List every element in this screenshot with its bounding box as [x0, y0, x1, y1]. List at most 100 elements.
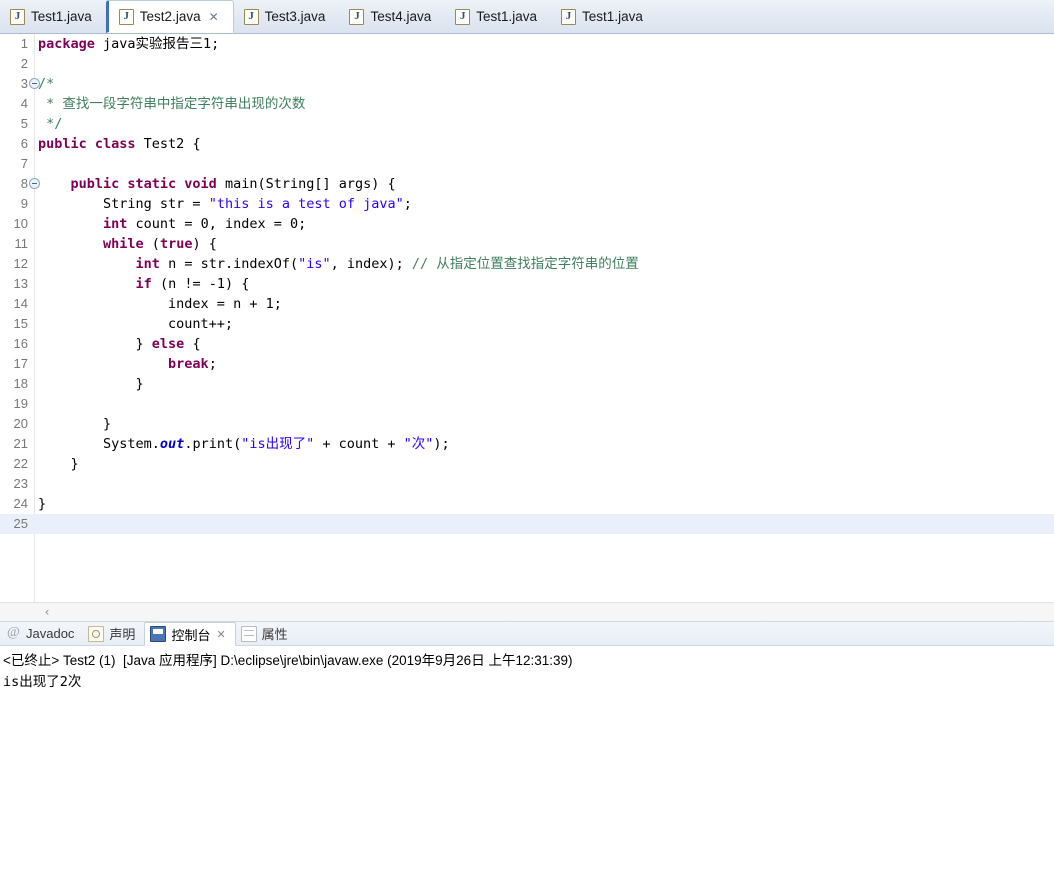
editor-tab-label: Test4.java	[370, 9, 432, 24]
code-line[interactable]: 9 String str = "this is a test of java";	[0, 194, 1054, 214]
code-token: (	[143, 236, 160, 252]
editor-code-area[interactable]: 1 package java实验报告三1; 2 3/* 4 * 查找一段字符串中指定字符…	[0, 34, 1054, 602]
line-number: 23	[13, 476, 28, 491]
code-token: ;	[403, 196, 412, 212]
code-token: java实验报告三1;	[94, 36, 220, 52]
editor-tab-test3-java-2[interactable]: Test3.java	[234, 0, 340, 33]
java-file-icon	[243, 8, 259, 25]
line-number: 3	[20, 76, 28, 91]
java-file-icon	[118, 8, 134, 25]
code-line-text: int n = str.indexOf("is", index); // 从指定…	[38, 254, 639, 274]
code-token: }	[38, 376, 144, 392]
code-line[interactable]: 12 int n = str.indexOf("is", index); // …	[0, 254, 1054, 274]
code-line[interactable]: 21 System.out.print("is出现了" + count + "次…	[0, 434, 1054, 454]
code-token: String str =	[38, 196, 209, 212]
code-line[interactable]: 3 /*	[0, 74, 1054, 94]
code-editor[interactable]: 1 package java实验报告三1; 2 3/* 4 * 查找一段字符串中指定字符…	[0, 34, 1054, 602]
code-line[interactable]: 14 index = n + 1;	[0, 294, 1054, 314]
line-number: 19	[13, 396, 28, 411]
code-token: + count +	[314, 436, 404, 452]
code-token: out	[159, 436, 185, 452]
code-token: count = 0, index = 0;	[127, 216, 307, 232]
code-line[interactable]: 24}	[0, 494, 1054, 514]
editor-tab-test1-java-4[interactable]: Test1.java	[445, 0, 551, 33]
line-number: 16	[13, 336, 28, 351]
line-number: 11	[14, 236, 29, 251]
console-output-text: is出现了2次	[3, 674, 82, 690]
code-token: /*	[38, 76, 55, 92]
bottom-tab-console[interactable]: 控制台 ✕	[144, 622, 236, 646]
editor-tab-test2-java-1[interactable]: Test2.java ✕	[105, 0, 234, 33]
code-token: count++;	[38, 316, 234, 332]
editor-tab-label: Test1.java	[476, 9, 538, 24]
code-token: "this is a test of java"	[208, 196, 404, 212]
scroll-left-arrow-icon[interactable]: ‹	[40, 603, 54, 621]
code-line-text: /*	[38, 74, 54, 94]
code-line[interactable]: 13 if (n != -1) {	[0, 274, 1054, 294]
line-number: 14	[13, 296, 28, 311]
code-line[interactable]: 5 */	[0, 114, 1054, 134]
editor-tab-label: Test1.java	[582, 9, 643, 24]
code-line[interactable]: 7	[0, 154, 1054, 174]
code-line[interactable]: 11 while (true) {	[0, 234, 1054, 254]
code-line[interactable]: 10 int count = 0, index = 0;	[0, 214, 1054, 234]
code-line[interactable]: 17 break;	[0, 354, 1054, 374]
bottom-tab-declaration[interactable]: 声明	[83, 622, 144, 645]
close-icon[interactable]: ✕	[216, 628, 225, 641]
code-line[interactable]: 16 } else {	[0, 334, 1054, 354]
code-token: Test2 {	[135, 136, 201, 152]
code-token: index = n + 1;	[38, 296, 282, 312]
console-view[interactable]: <已终止> Test2 (1) [Java 应用程序] D:\eclipse\j…	[0, 646, 1054, 862]
code-line[interactable]: 1 package java实验报告三1;	[0, 34, 1054, 54]
editor-tab-test4-java-3[interactable]: Test4.java	[339, 0, 445, 33]
line-number: 5	[20, 116, 28, 131]
code-line-text: public class Test2 {	[38, 134, 201, 154]
code-line-text: System.out.print("is出现了" + count + "次");	[38, 434, 450, 454]
code-line-text: index = n + 1;	[38, 294, 282, 314]
code-token: int	[103, 216, 128, 232]
code-line-text: */	[38, 114, 62, 134]
code-token: }	[38, 416, 112, 432]
code-line[interactable]: 18 }	[0, 374, 1054, 394]
code-token: // 从指定位置查找指定字符串的位置	[411, 256, 639, 272]
editor-tab-label: Test2.java	[139, 9, 201, 24]
code-line[interactable]: 25	[0, 514, 1054, 534]
editor-tab-test1-java-0[interactable]: Test1.java	[0, 0, 106, 33]
editor-horizontal-scrollbar[interactable]: ‹	[0, 602, 1054, 622]
code-line-text: count++;	[38, 314, 233, 334]
code-token: .print(	[184, 436, 242, 452]
bottom-tab-properties[interactable]: 属性	[236, 622, 297, 645]
line-number: 20	[13, 416, 28, 431]
bottom-tab-at[interactable]: Javadoc	[2, 622, 83, 645]
editor-tab-test1-java-5[interactable]: Test1.java	[551, 0, 657, 33]
code-line[interactable]: 4 * 查找一段字符串中指定字符串出现的次数	[0, 94, 1054, 114]
at-icon	[7, 625, 21, 641]
code-line-text: }	[38, 414, 111, 434]
code-line-text: }	[38, 374, 144, 394]
code-line[interactable]: 2	[0, 54, 1054, 74]
bottom-tab-label: 声明	[109, 627, 136, 642]
code-line[interactable]: 23	[0, 474, 1054, 494]
line-number: 4	[20, 96, 28, 111]
properties-icon	[240, 625, 257, 642]
code-line[interactable]: 6 public class Test2 {	[0, 134, 1054, 154]
bottom-view-tabs: Javadoc 声明 控制台 ✕ 属性	[0, 622, 1054, 646]
code-line[interactable]: 15 count++;	[0, 314, 1054, 334]
code-token: * 查找一段字符串中指定字符串出现的次数	[38, 96, 306, 112]
bottom-panel: Javadoc 声明 控制台 ✕ 属性 <已终止> Test2 (1) [Java 应用…	[0, 622, 1054, 864]
line-number: 15	[13, 316, 28, 331]
code-line[interactable]: 19	[0, 394, 1054, 414]
code-line[interactable]: 22 }	[0, 454, 1054, 474]
code-line[interactable]: 8 public static void main(String[] args)…	[0, 174, 1054, 194]
line-number: 2	[20, 56, 28, 71]
close-icon[interactable]: ✕	[209, 11, 219, 23]
line-number: 10	[13, 216, 28, 231]
code-line[interactable]: 20 }	[0, 414, 1054, 434]
code-token: int	[135, 256, 160, 272]
code-token: "is"	[298, 256, 331, 272]
line-number: 7	[20, 156, 28, 171]
line-number: 17	[13, 356, 28, 371]
